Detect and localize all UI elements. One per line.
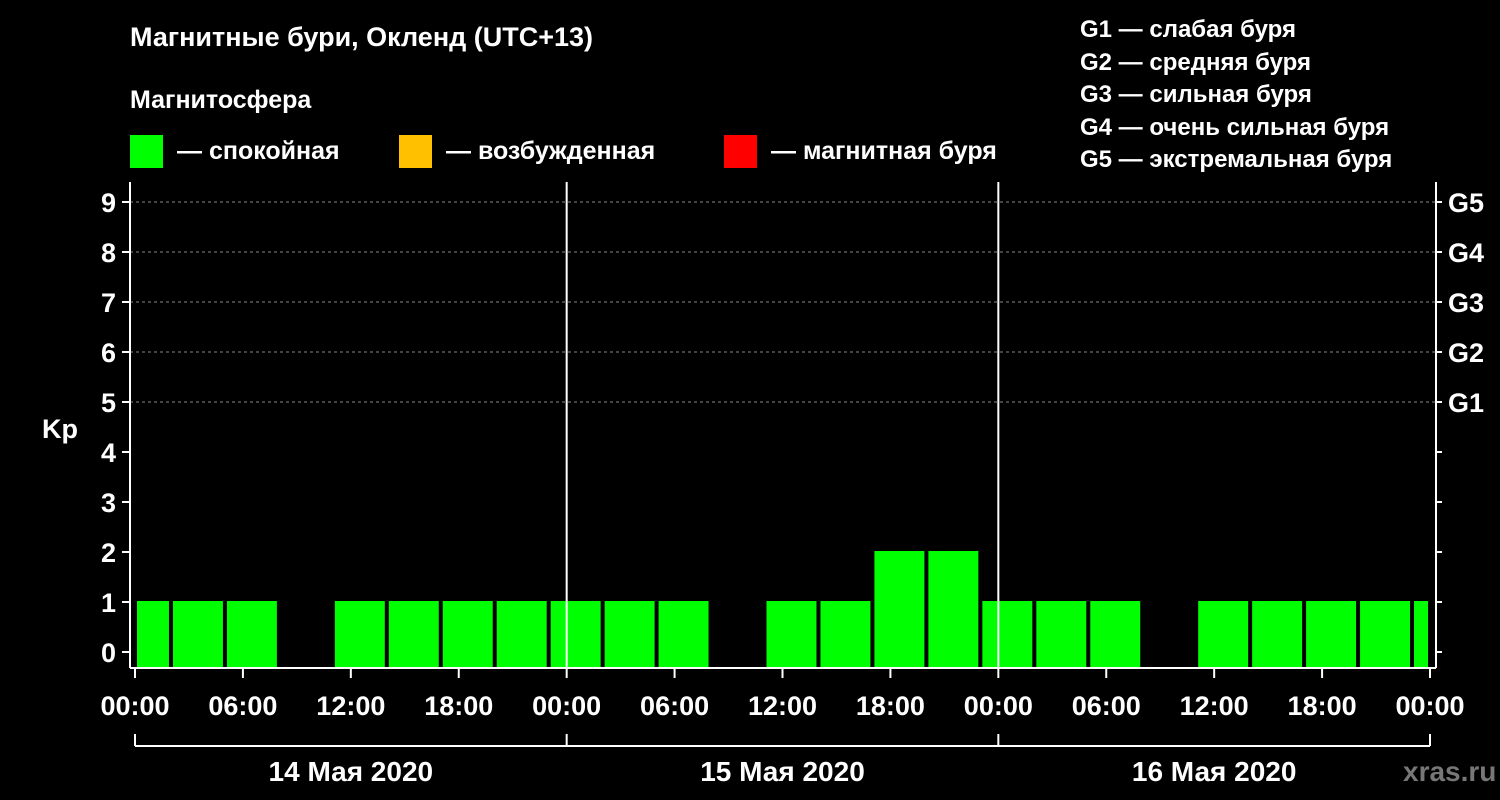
x-tick-label: 12:00 <box>748 691 817 721</box>
x-tick-label: 00:00 <box>964 691 1033 721</box>
kp-bar <box>1090 601 1141 668</box>
kp-bar <box>820 601 871 668</box>
kp-bar <box>496 601 547 668</box>
y-tick-label: 7 <box>101 288 116 318</box>
kp-bar <box>658 601 709 668</box>
kp-chart: 0 1 2 3 4 5 6 7 8 9 G1 G2 G3 G4 G5 Kp 00:00 06:00 12:00 18:… <box>42 182 1484 787</box>
y-tick-label: 3 <box>101 488 116 518</box>
kp-bar <box>1252 601 1303 668</box>
kp-bar <box>1414 601 1428 668</box>
watermark: xras.ru <box>1403 756 1497 787</box>
x-tick-label: 18:00 <box>1288 691 1357 721</box>
g-level-label: G5 <box>1448 188 1484 218</box>
kp-bar <box>334 601 385 668</box>
y-tick-label: 2 <box>101 538 116 568</box>
y-tick-label: 8 <box>101 238 116 268</box>
kp-bar <box>874 551 925 668</box>
x-tick-label: 18:00 <box>856 691 925 721</box>
kp-bar <box>982 601 1033 668</box>
g-level-label: G1 <box>1448 388 1484 418</box>
x-tick-label: 00:00 <box>100 691 169 721</box>
y-tick-label: 1 <box>101 588 116 618</box>
kp-bar <box>137 601 169 668</box>
g-level-label: G3 <box>1448 288 1484 318</box>
g-level-label: G4 <box>1448 238 1484 268</box>
y-tick-label: 5 <box>101 388 116 418</box>
x-tick-label: 06:00 <box>208 691 277 721</box>
kp-bar <box>442 601 493 668</box>
x-tick-label: 12:00 <box>316 691 385 721</box>
x-tick-label: 00:00 <box>532 691 601 721</box>
kp-bar <box>1360 601 1411 668</box>
y-tick-label: 4 <box>101 438 116 468</box>
x-tick-label: 06:00 <box>1072 691 1141 721</box>
kp-bar <box>1198 601 1249 668</box>
y-tick-label: 0 <box>101 638 116 668</box>
x-tick-label: 00:00 <box>1395 691 1464 721</box>
kp-bar <box>604 601 655 668</box>
kp-bar <box>766 601 817 668</box>
kp-bar <box>550 601 601 668</box>
date-label: 14 Мая 2020 <box>269 756 434 787</box>
kp-bar <box>172 601 223 668</box>
kp-bar <box>1036 601 1087 668</box>
y-axis-label: Kp <box>42 414 78 444</box>
y-tick-label: 9 <box>101 188 116 218</box>
x-tick-label: 12:00 <box>1180 691 1249 721</box>
g-level-label: G2 <box>1448 338 1484 368</box>
y-tick-label: 6 <box>101 338 116 368</box>
kp-bar <box>1306 601 1357 668</box>
date-label: 15 Мая 2020 <box>700 756 865 787</box>
kp-bar <box>928 551 979 668</box>
x-tick-label: 18:00 <box>424 691 493 721</box>
x-tick-label: 06:00 <box>640 691 709 721</box>
kp-bar <box>388 601 439 668</box>
date-label: 16 Мая 2020 <box>1132 756 1297 787</box>
kp-bar <box>226 601 277 668</box>
